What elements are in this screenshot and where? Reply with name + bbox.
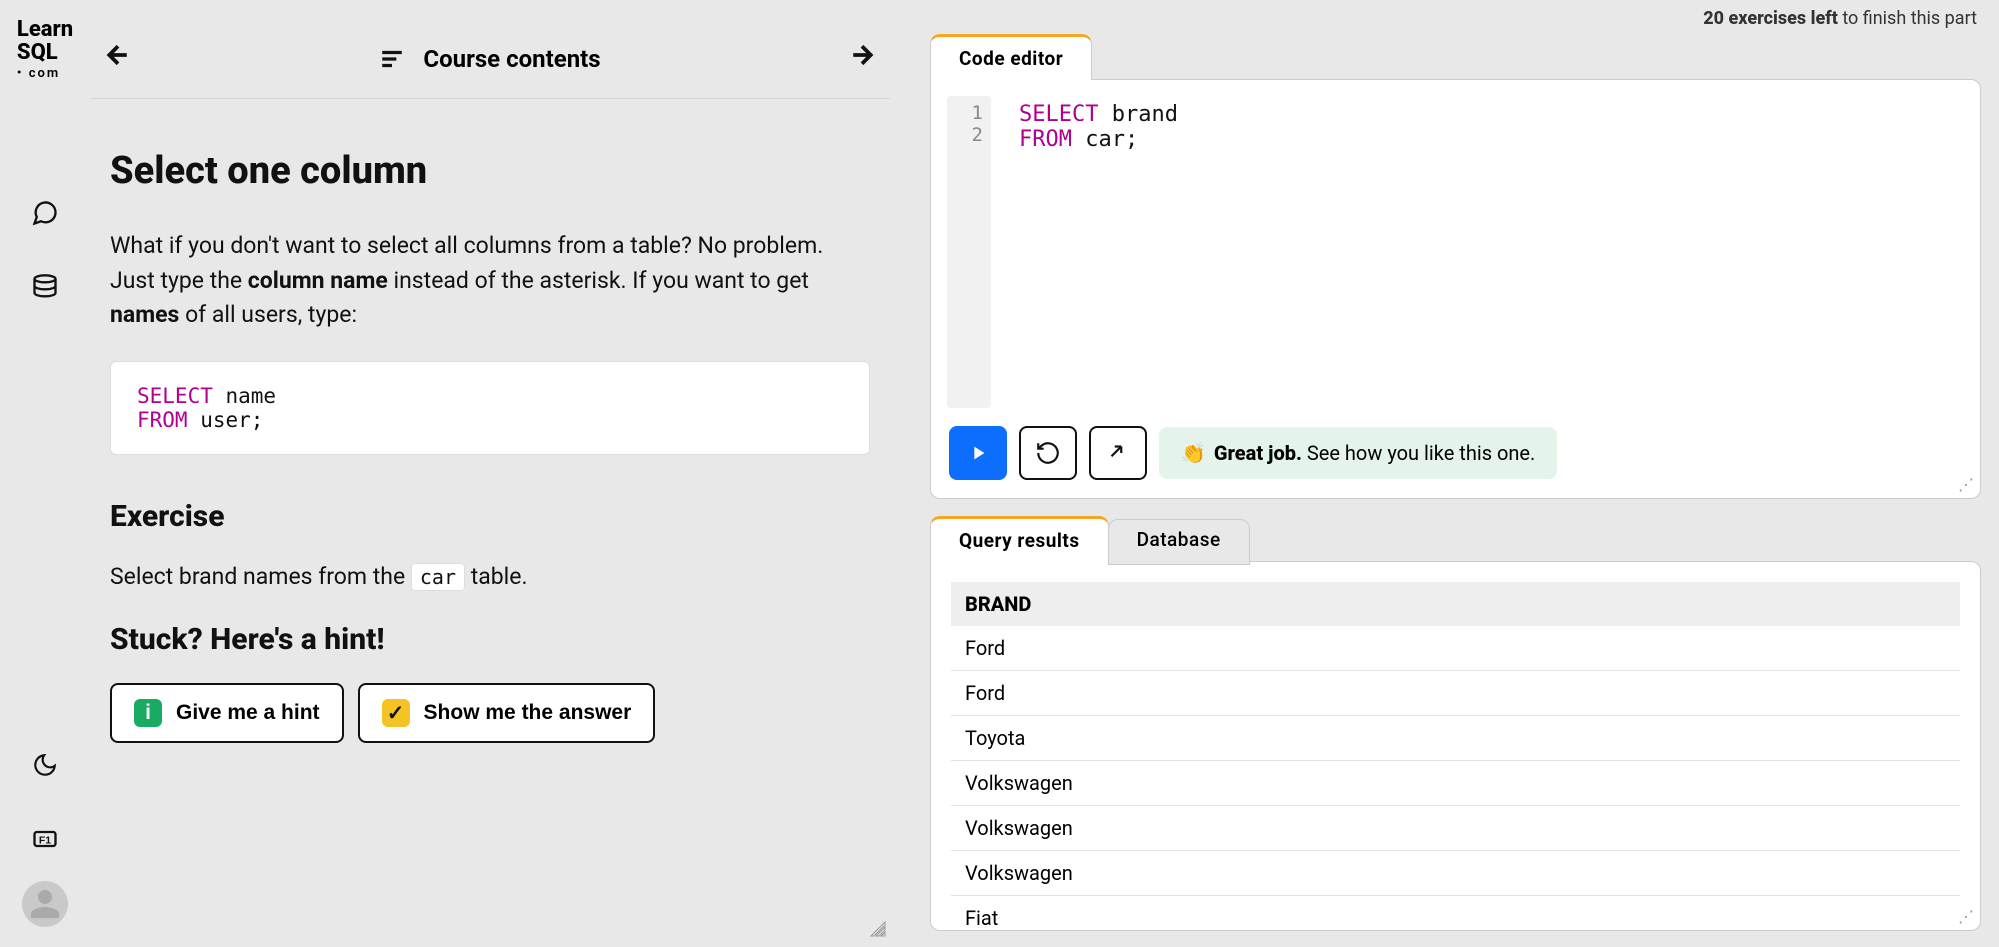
text: of all users, type: [179, 301, 357, 328]
editor-toolbar: 👏 Great job. See how you like this one. [931, 408, 1980, 498]
inline-code: car [411, 563, 465, 591]
line-number: 1 [947, 102, 983, 124]
button-label: Show me the answer [424, 701, 632, 725]
table-cell: Ford [951, 626, 1960, 671]
results-tabs: Query results Database [930, 516, 1981, 562]
lesson-pane: Course contents Select one column What i… [90, 0, 890, 947]
logo[interactable]: Learn SQL • com [17, 18, 73, 81]
sql-text: user [188, 408, 251, 432]
example-code: SELECT name FROM user; [110, 361, 870, 455]
results-tab-wrap: Query results Database BRAND FordFordToy… [930, 515, 1981, 947]
prev-arrow[interactable] [98, 40, 138, 78]
button-label: Give me a hint [176, 701, 320, 725]
play-icon [967, 442, 989, 464]
reset-button[interactable] [1019, 426, 1077, 480]
table-cell: Volkswagen [951, 806, 1960, 851]
results-table-wrap[interactable]: BRAND FordFordToyotaVolkswagenVolkswagen… [931, 562, 1980, 930]
run-button[interactable] [949, 426, 1007, 480]
table-row: Volkswagen [951, 806, 1960, 851]
course-contents-label: Course contents [423, 45, 600, 73]
sql-keyword: SELECT [137, 384, 213, 408]
check-icon: ✓ [382, 699, 410, 727]
text-bold: column name [248, 267, 388, 294]
clap-icon: 👏 [1181, 441, 1206, 465]
left-rail: Learn SQL • com F1 [0, 0, 90, 947]
chat-icon[interactable] [23, 191, 67, 235]
sql-text: brand [1098, 102, 1177, 127]
hint-buttons: i Give me a hint ✓ Show me the answer [110, 683, 870, 743]
sql-text: name [213, 384, 276, 408]
table-row: Fiat [951, 896, 1960, 931]
feedback-text: See how you like this one. [1302, 441, 1535, 465]
share-arrow-icon [1105, 440, 1131, 466]
next-arrow[interactable] [842, 40, 882, 78]
results-panel: BRAND FordFordToyotaVolkswagenVolkswagen… [930, 561, 1981, 931]
moon-icon[interactable] [23, 743, 67, 787]
svg-text:F1: F1 [39, 835, 51, 847]
code-area[interactable]: SELECT brand FROM car; [991, 96, 1964, 408]
table-row: Toyota [951, 716, 1960, 761]
results-table: BRAND FordFordToyotaVolkswagenVolkswagen… [951, 582, 1960, 930]
column-header: BRAND [951, 582, 1960, 626]
lesson-paragraph: What if you don't want to select all col… [110, 229, 870, 333]
table-cell: Volkswagen [951, 851, 1960, 896]
text: Select brand names from the [110, 563, 411, 590]
table-row: Volkswagen [951, 851, 1960, 896]
right-column: 20 exercises left to finish this part Co… [930, 0, 1981, 947]
exercise-text: Select brand names from the car table. [110, 560, 870, 595]
table-row: Ford [951, 626, 1960, 671]
share-button[interactable] [1089, 426, 1147, 480]
avatar[interactable] [22, 881, 68, 927]
resize-handle-icon[interactable] [870, 921, 886, 941]
lesson-body: Select one column What if you don't want… [90, 149, 890, 743]
text: table. [465, 563, 528, 590]
keyboard-help-icon[interactable]: F1 [23, 817, 67, 861]
tab-code-editor[interactable]: Code editor [930, 34, 1092, 80]
main: Course contents Select one column What i… [90, 0, 1999, 947]
give-hint-button[interactable]: i Give me a hint [110, 683, 344, 743]
line-gutter: 1 2 [947, 96, 991, 408]
course-contents-button[interactable]: Course contents [379, 45, 600, 73]
table-row: Ford [951, 671, 1960, 716]
sql-keyword: FROM [137, 408, 188, 432]
exercise-heading: Exercise [110, 499, 870, 534]
editor-tab-wrap: Code editor 1 2 SELECT brand FROM car; [930, 33, 1981, 515]
feedback-banner: 👏 Great job. See how you like this one. [1159, 427, 1557, 479]
tab-query-results[interactable]: Query results [930, 516, 1109, 562]
progress-suffix: to finish this part [1838, 8, 1977, 29]
table-cell: Volkswagen [951, 761, 1960, 806]
text: instead of the asterisk. If you want to … [388, 267, 809, 294]
table-row: Volkswagen [951, 761, 1960, 806]
table-cell: Fiat [951, 896, 1960, 931]
sql-keyword: FROM [1019, 127, 1072, 152]
line-number: 2 [947, 124, 983, 146]
page-title: Select one column [110, 149, 870, 193]
undo-icon [1035, 440, 1061, 466]
logo-dotcom: • com [17, 67, 73, 81]
progress-text: 20 exercises left to finish this part [930, 0, 1981, 33]
tab-database[interactable]: Database [1108, 519, 1250, 565]
editor-tabs: Code editor [930, 34, 1981, 80]
sql-text: car; [1072, 127, 1138, 152]
database-icon[interactable] [23, 265, 67, 309]
show-answer-button[interactable]: ✓ Show me the answer [358, 683, 656, 743]
table-cell: Toyota [951, 716, 1960, 761]
logo-line1: Learn [17, 17, 73, 42]
sql-text: ; [251, 408, 264, 432]
feedback-bold: Great job. [1214, 441, 1302, 465]
editor-panel: 1 2 SELECT brand FROM car; [930, 79, 1981, 499]
info-icon: i [134, 699, 162, 727]
lesson-nav: Course contents [90, 40, 890, 99]
sql-keyword: SELECT [1019, 102, 1098, 127]
logo-line2: SQL [17, 41, 73, 64]
text-bold: names [110, 301, 179, 328]
progress-count: 20 exercises left [1703, 8, 1838, 29]
hint-heading: Stuck? Here's a hint! [110, 622, 870, 657]
table-cell: Ford [951, 671, 1960, 716]
editor-body[interactable]: 1 2 SELECT brand FROM car; [931, 80, 1980, 408]
